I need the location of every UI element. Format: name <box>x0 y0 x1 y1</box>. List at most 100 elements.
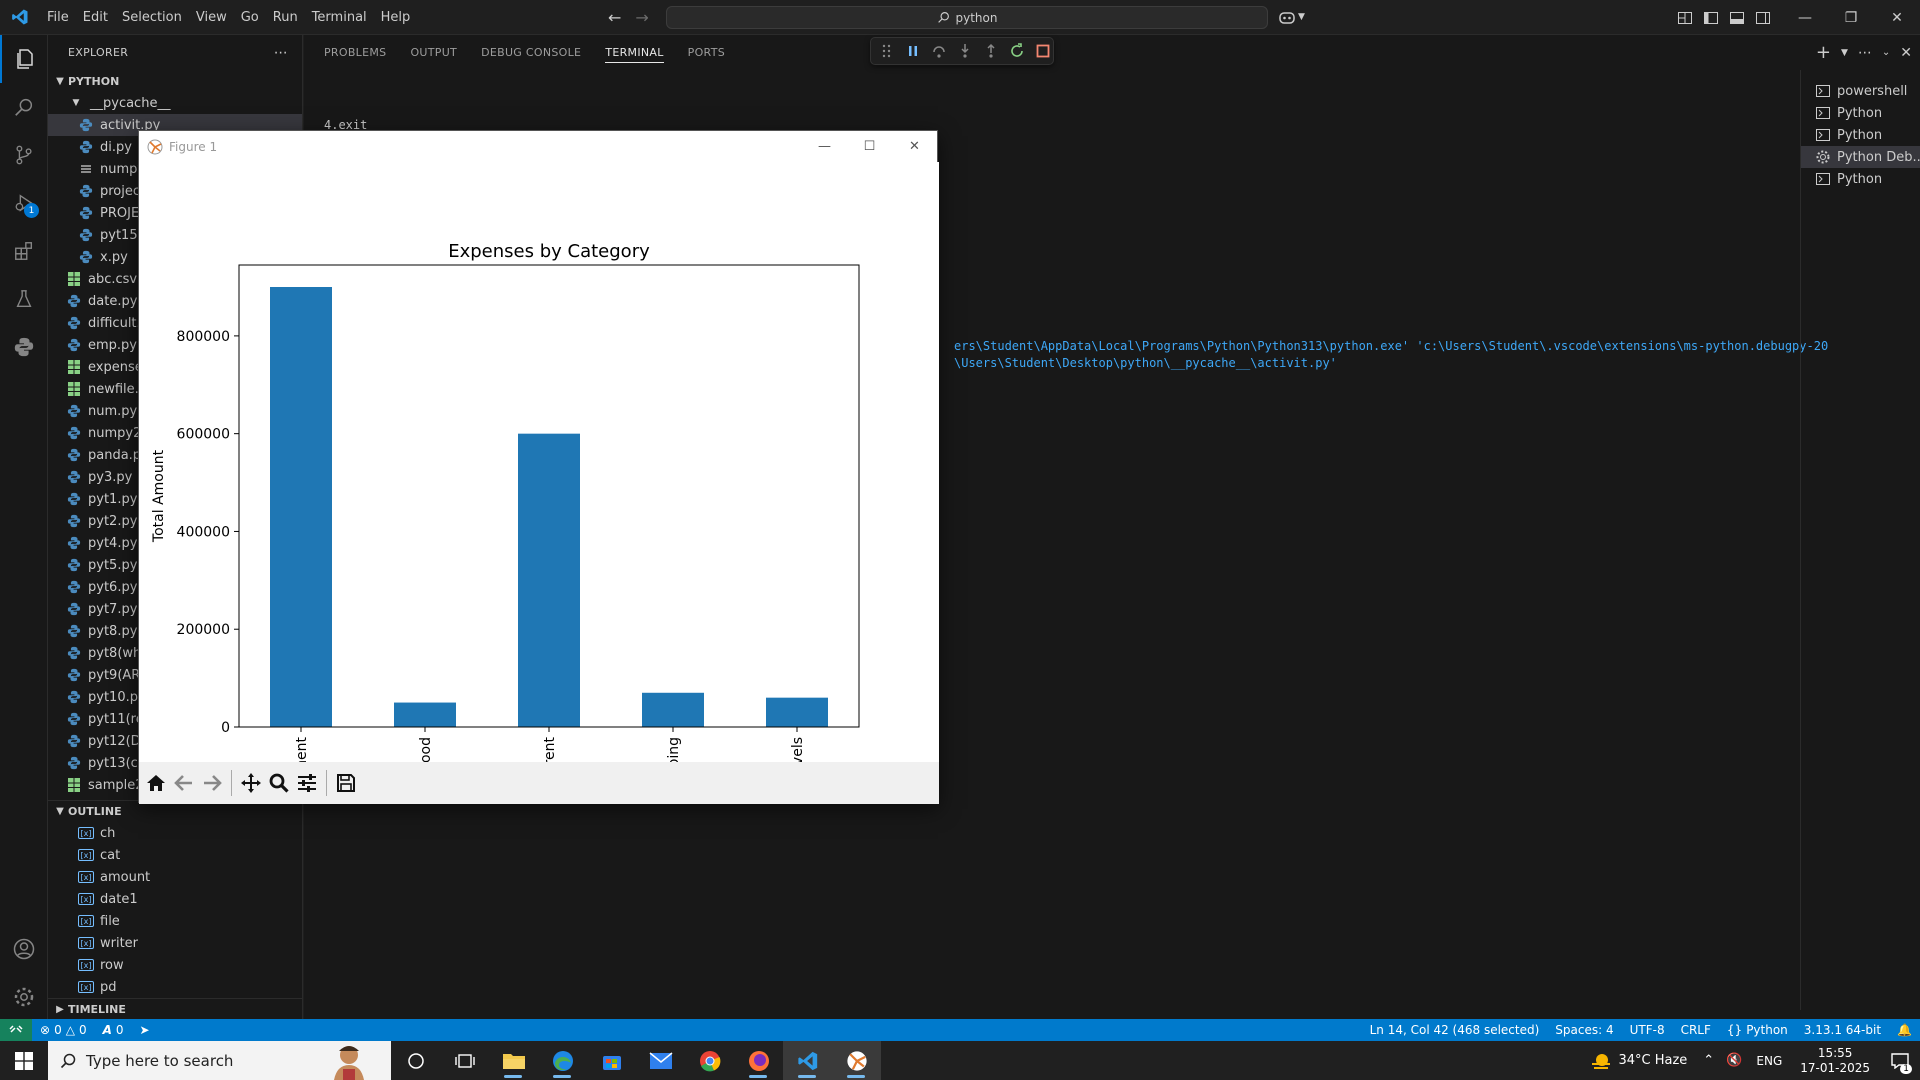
account-icon[interactable] <box>0 925 48 973</box>
more-actions-icon[interactable]: ⋯ <box>274 45 288 61</box>
back-arrow-icon[interactable] <box>171 768 197 798</box>
minimize-icon[interactable]: — <box>1782 0 1828 35</box>
python-interpreter[interactable]: 3.13.1 64-bit <box>1796 1023 1889 1037</box>
testing-icon[interactable] <box>0 275 48 323</box>
new-terminal-icon[interactable]: + <box>1816 42 1831 63</box>
outline-item[interactable]: [x] amount <box>48 866 302 888</box>
close-panel-icon[interactable]: ✕ <box>1900 45 1912 61</box>
figure-canvas[interactable]: Expenses by Category oyment food rent shopin… <box>139 162 939 792</box>
python-figure-taskbar-icon[interactable] <box>832 1041 881 1080</box>
python-icon[interactable] <box>0 323 48 371</box>
file-explorer-icon[interactable] <box>489 1041 538 1080</box>
menu-selection[interactable]: Selection <box>115 0 189 35</box>
vscode-taskbar-icon[interactable] <box>783 1041 832 1080</box>
stop-icon[interactable] <box>1033 41 1053 61</box>
outline-item[interactable]: [x] row <box>48 954 302 976</box>
terminal-item-python[interactable]: Python <box>1801 168 1920 190</box>
extensions-icon[interactable] <box>0 227 48 275</box>
chrome-browser-icon[interactable] <box>685 1041 734 1080</box>
tab-problems[interactable]: PROBLEMS <box>324 35 386 70</box>
end-of-line[interactable]: CRLF <box>1673 1023 1719 1037</box>
terminal-item-python[interactable]: Python <box>1801 124 1920 146</box>
run-and-debug-icon[interactable]: 1 <box>0 179 48 227</box>
menu-help[interactable]: Help <box>374 0 418 35</box>
debug-status[interactable]: ➤ <box>132 1023 158 1037</box>
tab-output[interactable]: OUTPUT <box>410 35 457 70</box>
tab-terminal[interactable]: TERMINAL <box>605 35 665 70</box>
tab-debug-console[interactable]: DEBUG CONSOLE <box>481 35 581 70</box>
command-center-search[interactable]: python <box>666 6 1268 29</box>
back-arrow-icon[interactable]: ← <box>608 8 621 27</box>
cursor-position[interactable]: Ln 14, Col 42 (468 selected) <box>1362 1023 1548 1037</box>
customize-layout-icon[interactable] <box>1677 10 1693 26</box>
tab-ports[interactable]: PORTS <box>688 35 725 70</box>
edge-browser-icon[interactable] <box>538 1041 587 1080</box>
toggle-secondary-sidebar-icon[interactable] <box>1755 10 1771 26</box>
terminal-item-python-debug[interactable]: Python Deb... <box>1801 146 1920 168</box>
task-switcher-icon[interactable] <box>440 1041 489 1080</box>
restore-icon[interactable]: ❐ <box>1828 0 1874 35</box>
step-into-icon[interactable] <box>955 41 975 61</box>
copilot-menu[interactable]: ▼ <box>1278 7 1305 27</box>
timeline-header[interactable]: ▶ TIMELINE <box>48 998 302 1020</box>
toggle-panel-icon[interactable] <box>1729 10 1745 26</box>
outline-item[interactable]: [x] writer <box>48 932 302 954</box>
outline-item[interactable]: [x] pd <box>48 976 302 998</box>
search-icon[interactable] <box>0 83 48 131</box>
show-hidden-icons-icon[interactable]: ⌃ <box>1697 1053 1720 1068</box>
forward-arrow-icon[interactable]: → <box>635 8 648 27</box>
menu-go[interactable]: Go <box>234 0 266 35</box>
folder-header[interactable]: ▼ PYTHON <box>48 70 302 92</box>
step-out-icon[interactable] <box>981 41 1001 61</box>
outline-item[interactable]: [x] file <box>48 910 302 932</box>
menu-view[interactable]: View <box>189 0 234 35</box>
ports-status[interactable]: 𝞐 0 <box>95 1023 132 1037</box>
mail-icon[interactable] <box>636 1041 685 1080</box>
outline-item[interactable]: [x] cat <box>48 844 302 866</box>
task-view-icon[interactable] <box>391 1041 440 1080</box>
encoding[interactable]: UTF-8 <box>1622 1023 1673 1037</box>
terminal-item-powershell[interactable]: powershell <box>1801 80 1920 102</box>
forward-arrow-icon[interactable] <box>199 768 225 798</box>
menu-run[interactable]: Run <box>266 0 305 35</box>
figure-titlebar[interactable]: Figure 1 — ☐ ✕ <box>139 131 937 162</box>
close-icon[interactable]: ✕ <box>892 131 937 162</box>
close-icon[interactable]: ✕ <box>1874 0 1920 35</box>
maximize-panel-icon[interactable]: ⌄ <box>1882 47 1890 58</box>
explorer-icon[interactable] <box>0 35 48 83</box>
configure-subplots-icon[interactable] <box>294 768 320 798</box>
menu-edit[interactable]: Edit <box>76 0 115 35</box>
toggle-primary-sidebar-icon[interactable] <box>1703 10 1719 26</box>
taskbar-search-box[interactable]: Type here to search <box>48 1041 391 1080</box>
terminal-item-python[interactable]: Python <box>1801 102 1920 124</box>
problems-status[interactable]: ⊗ 0 △ 0 <box>32 1023 95 1037</box>
input-language[interactable]: ENG <box>1748 1054 1790 1068</box>
windows-start-icon[interactable] <box>0 1041 48 1080</box>
pan-move-icon[interactable] <box>238 768 264 798</box>
step-over-icon[interactable] <box>929 41 949 61</box>
restart-icon[interactable] <box>1007 41 1027 61</box>
notifications-bell-icon[interactable]: 🔔 <box>1889 1023 1920 1037</box>
indentation[interactable]: Spaces: 4 <box>1547 1023 1621 1037</box>
more-actions-icon[interactable]: ⋯ <box>1858 45 1872 61</box>
outline-item[interactable]: [x] date1 <box>48 888 302 910</box>
zoom-magnifier-icon[interactable] <box>266 768 292 798</box>
outline-item[interactable]: [x] ch <box>48 822 302 844</box>
chevron-down-icon[interactable]: ▼ <box>1841 48 1848 58</box>
save-figure-icon[interactable] <box>333 768 359 798</box>
manage-gear-icon[interactable] <box>0 973 48 1021</box>
minimize-icon[interactable]: — <box>802 131 847 162</box>
drag-handle-icon[interactable] <box>877 41 897 61</box>
home-icon[interactable] <box>143 768 169 798</box>
volume-muted-icon[interactable]: 🔇 <box>1720 1053 1748 1068</box>
clock[interactable]: 15:55 17-01-2025 <box>1790 1046 1880 1076</box>
microsoft-store-icon[interactable] <box>587 1041 636 1080</box>
maximize-icon[interactable]: ☐ <box>847 131 892 162</box>
source-control-icon[interactable] <box>0 131 48 179</box>
language-mode[interactable]: {} Python <box>1719 1023 1796 1037</box>
menu-terminal[interactable]: Terminal <box>305 0 374 35</box>
notification-center-icon[interactable]: 1 <box>1880 1041 1920 1080</box>
firefox-browser-icon[interactable] <box>734 1041 783 1080</box>
menu-file[interactable]: File <box>40 0 76 35</box>
pause-icon[interactable] <box>903 41 923 61</box>
